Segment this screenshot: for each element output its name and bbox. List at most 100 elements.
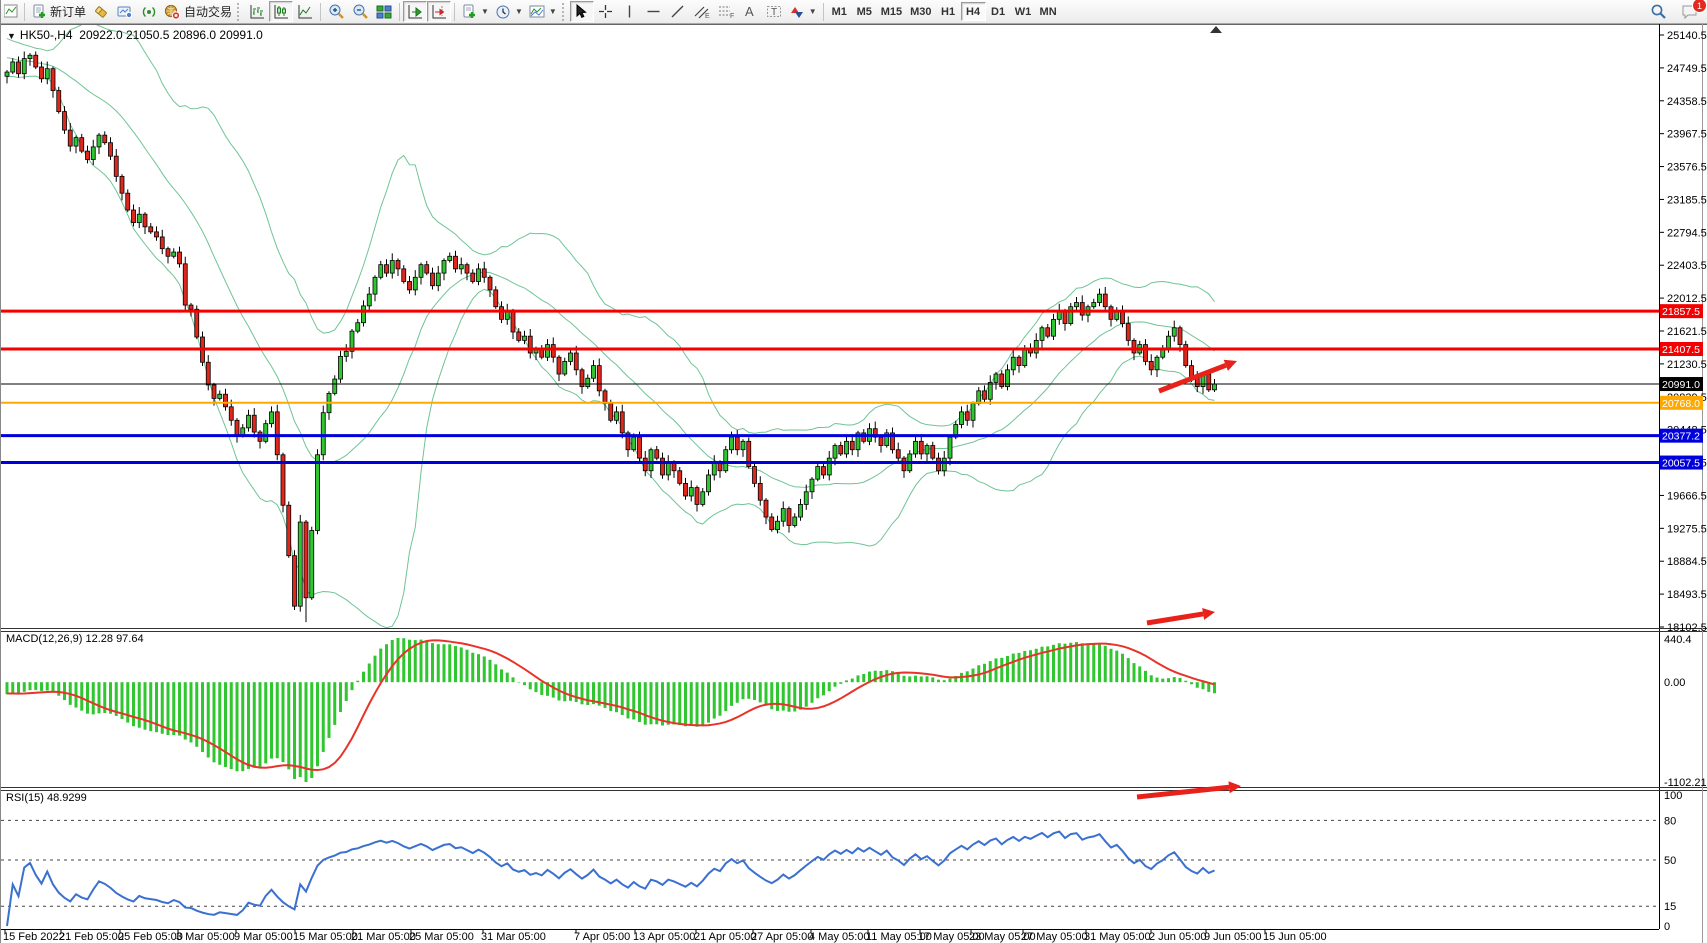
price-tag-label: 21407.5	[1662, 344, 1700, 356]
text-icon: A	[742, 4, 757, 19]
timeframe-W1[interactable]: W1	[1011, 2, 1036, 21]
search-button[interactable]	[1646, 1, 1670, 22]
crosshair-tool-button[interactable]	[594, 1, 618, 22]
macd-values: 12.28 97.64	[85, 633, 143, 645]
horizontal-line-tool-button[interactable]	[642, 1, 666, 22]
rsi-name: RSI(15)	[6, 792, 44, 804]
price-tag-label: 20991.0	[1662, 379, 1700, 391]
zoom-in-icon	[328, 3, 345, 20]
periods-button[interactable]: ▼	[492, 1, 526, 22]
app-window-icon[interactable]	[1, 1, 21, 22]
price-axis: 25140.524749.524358.523967.523576.523185…	[1659, 30, 1707, 634]
fibonacci-tool-button[interactable]: F	[714, 1, 738, 22]
new-order-button[interactable]: 新订单	[28, 1, 89, 22]
auto-scroll-button[interactable]	[403, 1, 427, 22]
horizontal-line-icon	[646, 4, 661, 19]
price-tick-label: 22012.5	[1667, 293, 1707, 305]
price-tick-label: 21230.5	[1667, 359, 1707, 371]
macd-axis-label: -1102.21	[1664, 777, 1707, 789]
price-tick-label: 23967.5	[1667, 129, 1707, 141]
indicators-button[interactable]: ▼	[458, 1, 492, 22]
bar-chart-icon	[249, 4, 265, 20]
timeframe-M1[interactable]: M1	[827, 2, 852, 21]
time-tick-label: 15 Jun 05:00	[1263, 931, 1327, 943]
chart-window-icon	[4, 4, 18, 19]
market-watch-button[interactable]	[113, 1, 137, 22]
time-tick-label: 9 Mar 05:00	[234, 931, 293, 943]
separator	[823, 3, 824, 21]
price-tag-label: 20057.5	[1662, 458, 1700, 470]
arrow-objects-button[interactable]: ▼	[786, 1, 820, 22]
rsi-panel	[1, 820, 1659, 926]
trend-arrow-annotation[interactable]	[1147, 608, 1215, 623]
bar-chart-type-button[interactable]	[245, 1, 269, 22]
crosshair-icon	[598, 4, 613, 19]
main-toolbar: 新订单	[1, 0, 1707, 24]
price-tag-label: 21857.5	[1662, 306, 1700, 318]
trend-arrow-annotation[interactable]	[1137, 781, 1241, 797]
candles-layer	[5, 51, 1217, 622]
channel-tool-button[interactable]: E	[690, 1, 714, 22]
cursor-tool-button[interactable]	[570, 1, 594, 22]
timeframe-M30[interactable]: M30	[906, 2, 935, 21]
separator	[399, 3, 400, 21]
svg-text:E: E	[705, 13, 710, 19]
templates-button[interactable]: ▼	[526, 1, 560, 22]
chart-menu-arrow[interactable]: ▼	[7, 31, 16, 41]
text-label-tool-button[interactable]: T	[762, 1, 786, 22]
price-tick-label: 22403.5	[1667, 260, 1707, 272]
chart-canvas[interactable]: 25140.524749.524358.523967.523576.523185…	[1, 0, 1707, 943]
trendline-tool-button[interactable]	[666, 1, 690, 22]
clock-icon	[495, 4, 511, 20]
text-tool-button[interactable]: A	[738, 1, 762, 22]
notifications-button[interactable]: 1	[1678, 1, 1702, 22]
rsi-axis-label: 50	[1664, 855, 1676, 867]
rsi-axis-label: 0	[1664, 921, 1670, 933]
tile-windows-button[interactable]	[372, 1, 396, 22]
vertical-line-tool-button[interactable]	[618, 1, 642, 22]
separator	[454, 3, 455, 21]
price-tick-label: 18102.5	[1667, 622, 1707, 634]
signals-button[interactable]	[137, 1, 161, 22]
rsi-axis-label: 15	[1664, 901, 1676, 913]
price-tag-label: 20377.2	[1662, 431, 1700, 443]
fibonacci-icon: F	[718, 4, 734, 19]
rsi-values: 48.9299	[47, 792, 87, 804]
template-icon	[529, 4, 545, 20]
timeframe-H1[interactable]: H1	[936, 2, 961, 21]
price-tick-label: 18884.5	[1667, 556, 1707, 568]
chart-title: ▼HK50-,H4 20922.0 21050.5 20896.0 20991.…	[7, 28, 263, 42]
price-tag-label: 20768.0	[1662, 398, 1700, 410]
candlestick-icon	[273, 4, 289, 20]
time-tick-label: 31 May 05:00	[1084, 931, 1151, 943]
mt4-window: 新订单	[0, 0, 1707, 943]
timeframe-MN[interactable]: MN	[1036, 2, 1061, 21]
time-tick-label: 21 Apr 05:00	[694, 931, 756, 943]
time-tick-label: 15 Feb 2022	[3, 931, 65, 943]
auto-scroll-icon	[407, 4, 423, 20]
scroll-marker[interactable]	[1210, 26, 1222, 33]
macd-panel	[6, 638, 1217, 782]
price-tick-label: 23185.5	[1667, 194, 1707, 206]
chart-shift-button[interactable]	[427, 1, 451, 22]
text-label-icon: T	[766, 4, 782, 19]
autotrading-button[interactable]: 自动交易	[161, 1, 235, 22]
line-chart-type-button[interactable]	[293, 1, 317, 22]
zoom-in-button[interactable]	[324, 1, 348, 22]
dropdown-caret: ▼	[481, 7, 489, 16]
zoom-out-button[interactable]	[348, 1, 372, 22]
timeframe-M5[interactable]: M5	[852, 2, 877, 21]
eraser-button[interactable]	[89, 1, 113, 22]
timeframe-D1[interactable]: D1	[986, 2, 1011, 21]
timeframe-M15[interactable]: M15	[877, 2, 906, 21]
timeframe-H4[interactable]: H4	[961, 2, 986, 21]
eraser-icon	[93, 4, 109, 20]
zoom-out-icon	[352, 3, 369, 20]
autotrading-label: 自动交易	[184, 3, 232, 20]
separator	[24, 3, 25, 21]
add-indicator-icon	[461, 4, 477, 20]
price-tick-label: 24358.5	[1667, 96, 1707, 108]
toolbar-grip	[237, 3, 243, 21]
autotrading-icon	[164, 4, 181, 20]
candlestick-type-button[interactable]	[269, 1, 293, 22]
